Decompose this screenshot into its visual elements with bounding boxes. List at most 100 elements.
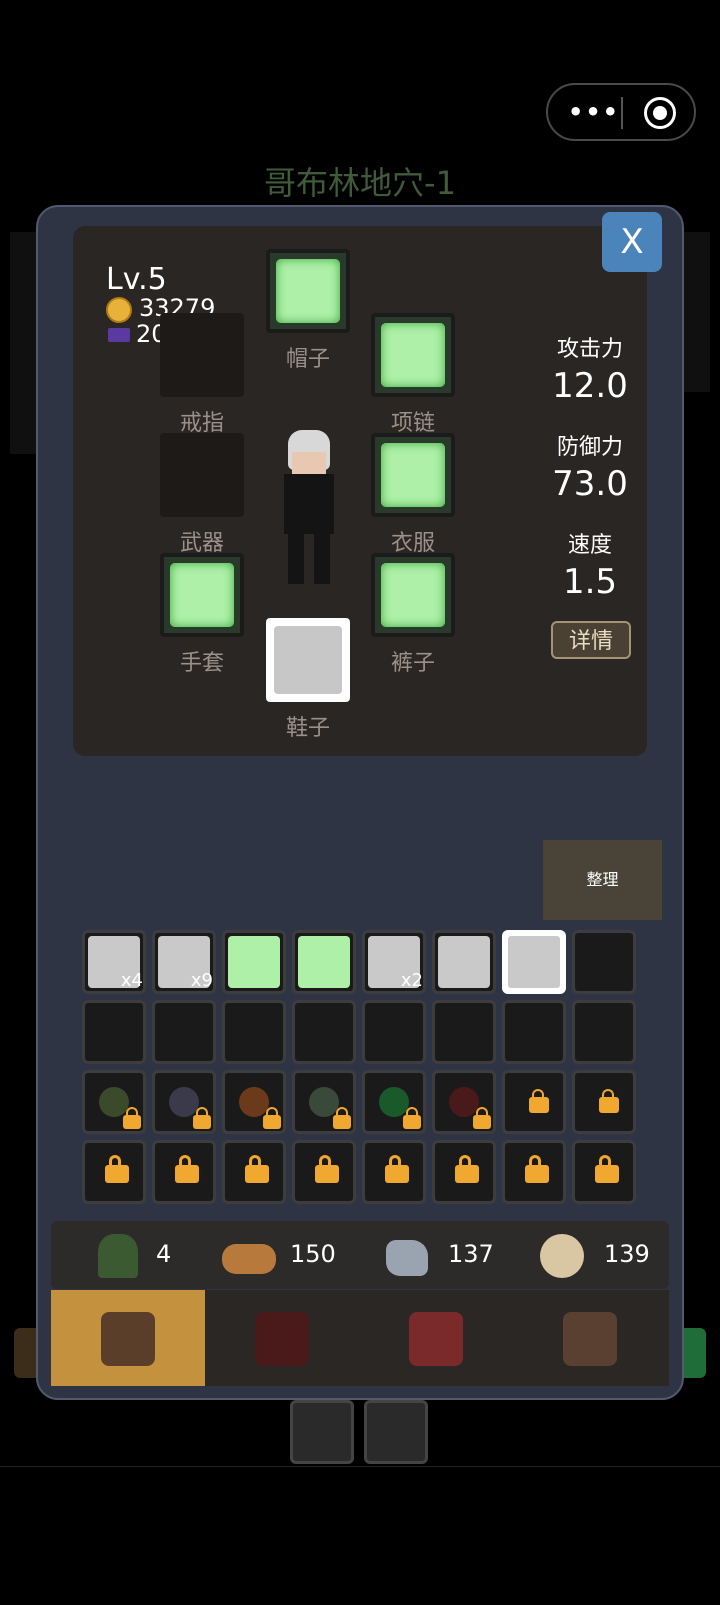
inventory-slot[interactable]: x2 xyxy=(362,930,426,994)
tab-monsters[interactable] xyxy=(513,1290,667,1386)
inventory-slot-selected[interactable] xyxy=(502,930,566,994)
gloves-icon xyxy=(298,936,350,988)
red-monster-icon xyxy=(449,1087,479,1117)
backpack-icon xyxy=(101,1312,155,1366)
inventory-slot[interactable] xyxy=(572,1000,636,1064)
locked-slot[interactable] xyxy=(82,1070,146,1134)
lock-icon xyxy=(333,1107,351,1129)
gem-icon xyxy=(108,328,130,342)
inventory-slot[interactable] xyxy=(502,1000,566,1064)
locked-slot[interactable] xyxy=(292,1140,356,1204)
inventory-slot[interactable] xyxy=(572,930,636,994)
locked-slot[interactable] xyxy=(222,1140,286,1204)
weapon-slot[interactable] xyxy=(160,433,244,517)
wood-log-icon xyxy=(222,1244,276,1274)
locked-slot[interactable] xyxy=(432,1070,496,1134)
inventory-slot[interactable] xyxy=(292,930,356,994)
pants-icon xyxy=(381,563,445,627)
lock-icon xyxy=(455,1155,479,1183)
inventory-slot[interactable] xyxy=(222,1000,286,1064)
ore-count: 137 xyxy=(448,1240,494,1268)
attack-label: 攻击力 xyxy=(556,337,623,362)
inventory-slot[interactable] xyxy=(432,930,496,994)
lock-icon xyxy=(599,1089,619,1113)
gold-coin-icon xyxy=(106,297,132,323)
inventory-slot[interactable] xyxy=(432,1000,496,1064)
blue-potion-icon xyxy=(438,936,490,988)
locked-slot[interactable] xyxy=(152,1070,216,1134)
capsule-divider xyxy=(621,97,623,129)
gloves-label: 手套 xyxy=(179,651,224,676)
bat-icon xyxy=(169,1087,199,1117)
hat-slot[interactable] xyxy=(266,249,350,333)
inventory-slot[interactable] xyxy=(222,930,286,994)
dagger-icon xyxy=(228,936,280,988)
rune-icon xyxy=(255,1312,309,1366)
tab-book[interactable] xyxy=(359,1290,513,1386)
quick-slot-potion[interactable] xyxy=(364,1400,428,1464)
locked-slot[interactable] xyxy=(362,1070,426,1134)
close-button[interactable]: X xyxy=(602,212,662,272)
locked-slot[interactable] xyxy=(502,1070,566,1134)
lock-icon xyxy=(175,1155,199,1183)
divider xyxy=(0,1466,720,1467)
locked-slot[interactable] xyxy=(572,1070,636,1134)
skull-helmet-icon xyxy=(276,259,340,323)
locked-slot[interactable] xyxy=(362,1140,426,1204)
lock-icon xyxy=(263,1107,281,1129)
inventory-slot[interactable]: x4 xyxy=(82,930,146,994)
locked-slot[interactable] xyxy=(572,1140,636,1204)
attack-value: 12.0 xyxy=(552,366,628,406)
detail-button[interactable]: 详情 xyxy=(551,621,631,659)
gloves-icon xyxy=(170,563,234,627)
inventory-slot[interactable] xyxy=(82,1000,146,1064)
locked-slot[interactable] xyxy=(432,1140,496,1204)
quick-slot-cloth[interactable] xyxy=(290,1400,354,1464)
lock-icon xyxy=(385,1155,409,1183)
defense-value: 73.0 xyxy=(552,464,628,504)
wood-count: 150 xyxy=(290,1240,336,1268)
lock-icon xyxy=(123,1107,141,1129)
inventory-slot[interactable] xyxy=(362,1000,426,1064)
item-quantity: x2 xyxy=(400,970,423,991)
more-icon[interactable]: ••• xyxy=(568,100,618,124)
herb-count: 4 xyxy=(156,1240,172,1268)
inventory-slot[interactable] xyxy=(152,1000,216,1064)
armor-slot[interactable] xyxy=(371,433,455,517)
inventory-slot[interactable]: x9 xyxy=(152,930,216,994)
defense-label: 防御力 xyxy=(556,435,623,460)
background-panel-right xyxy=(680,232,710,392)
lock-icon xyxy=(245,1155,269,1183)
locked-slot[interactable] xyxy=(152,1140,216,1204)
thread-count: 139 xyxy=(604,1240,650,1268)
character-sprite xyxy=(274,430,344,590)
lock-icon xyxy=(525,1155,549,1183)
sort-button[interactable]: 整理 xyxy=(543,840,662,920)
item-quantity: x9 xyxy=(190,970,213,991)
goblin-icon xyxy=(99,1087,129,1117)
gloves-slot[interactable] xyxy=(160,553,244,637)
sword-icon xyxy=(508,936,560,988)
ring-slot[interactable] xyxy=(160,313,244,397)
speed-value: 1.5 xyxy=(562,562,618,602)
pants-slot[interactable] xyxy=(371,553,455,637)
necklace-slot[interactable] xyxy=(371,313,455,397)
locked-slot[interactable] xyxy=(222,1070,286,1134)
close-miniprogram-icon[interactable] xyxy=(644,97,676,129)
ore-icon xyxy=(386,1240,428,1276)
spellbook-icon xyxy=(409,1312,463,1366)
tab-skills[interactable] xyxy=(205,1290,359,1386)
locked-slot[interactable] xyxy=(292,1070,356,1134)
shoes-slot[interactable] xyxy=(266,618,350,702)
tab-backpack[interactable] xyxy=(51,1290,205,1386)
pants-label: 裤子 xyxy=(390,651,435,676)
inventory-slot[interactable] xyxy=(292,1000,356,1064)
speed-label: 速度 xyxy=(567,533,612,558)
locked-slot[interactable] xyxy=(502,1140,566,1204)
shield-monster-icon xyxy=(239,1087,269,1117)
lock-icon xyxy=(193,1107,211,1129)
slime-icon xyxy=(309,1087,339,1117)
herb-icon xyxy=(98,1234,138,1278)
locked-slot[interactable] xyxy=(82,1140,146,1204)
lock-icon xyxy=(529,1089,549,1113)
